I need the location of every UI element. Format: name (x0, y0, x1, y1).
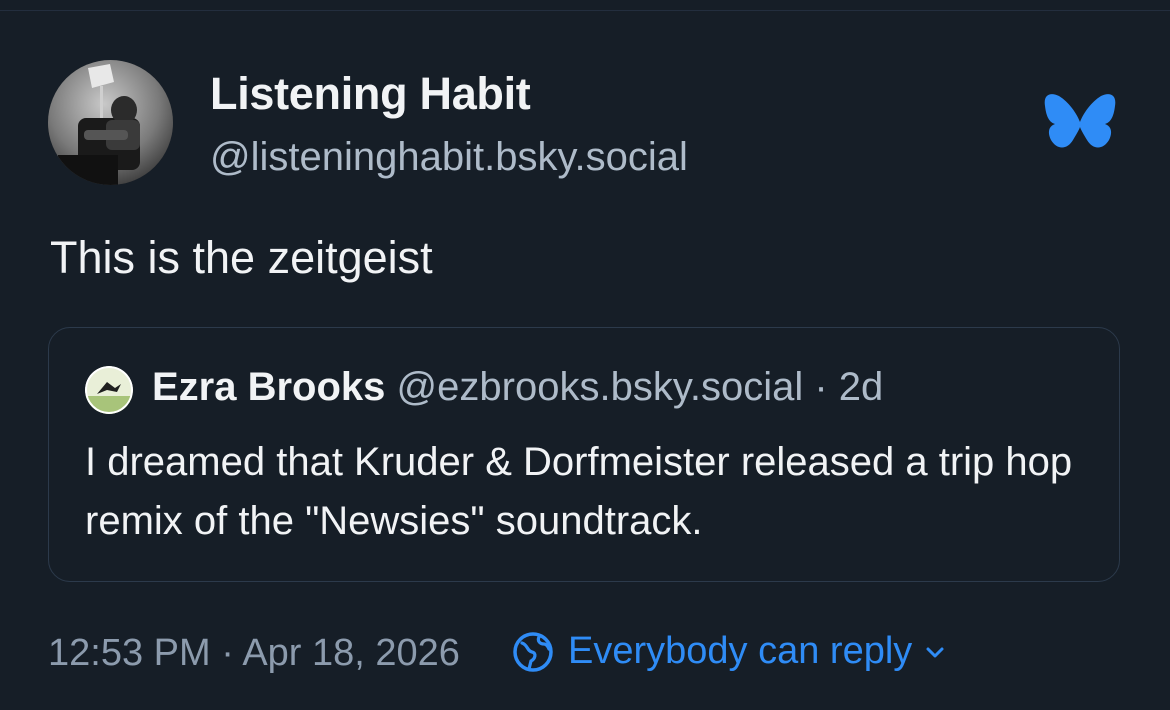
quote-header: Ezra Brooks @ezbrooks.bsky.social · 2d (152, 365, 883, 410)
post-text: This is the zeitgeist (50, 232, 433, 283)
quote-author-handle[interactable]: @ezbrooks.bsky.social (397, 365, 804, 409)
chevron-down-icon (926, 647, 944, 657)
author-avatar[interactable] (48, 60, 173, 185)
quote-age: · 2d (814, 365, 884, 409)
bluesky-butterfly-icon (1043, 92, 1117, 156)
globe-icon (513, 631, 553, 672)
quote-text: I dreamed that Kruder & Dorfmeister rele… (85, 440, 1073, 543)
reply-setting-label: Everybody can reply (568, 630, 913, 672)
quote-author-name[interactable]: Ezra Brooks (152, 365, 385, 409)
top-divider (0, 10, 1170, 11)
author-handle[interactable]: @listeninghabit.bsky.social (210, 135, 688, 180)
post-timestamp: 12:53 PM · Apr 18, 2026 (48, 632, 460, 674)
quote-author-avatar[interactable] (85, 366, 133, 414)
author-display-name[interactable]: Listening Habit (210, 68, 531, 120)
reply-setting-button[interactable]: Everybody can reply (512, 630, 946, 673)
